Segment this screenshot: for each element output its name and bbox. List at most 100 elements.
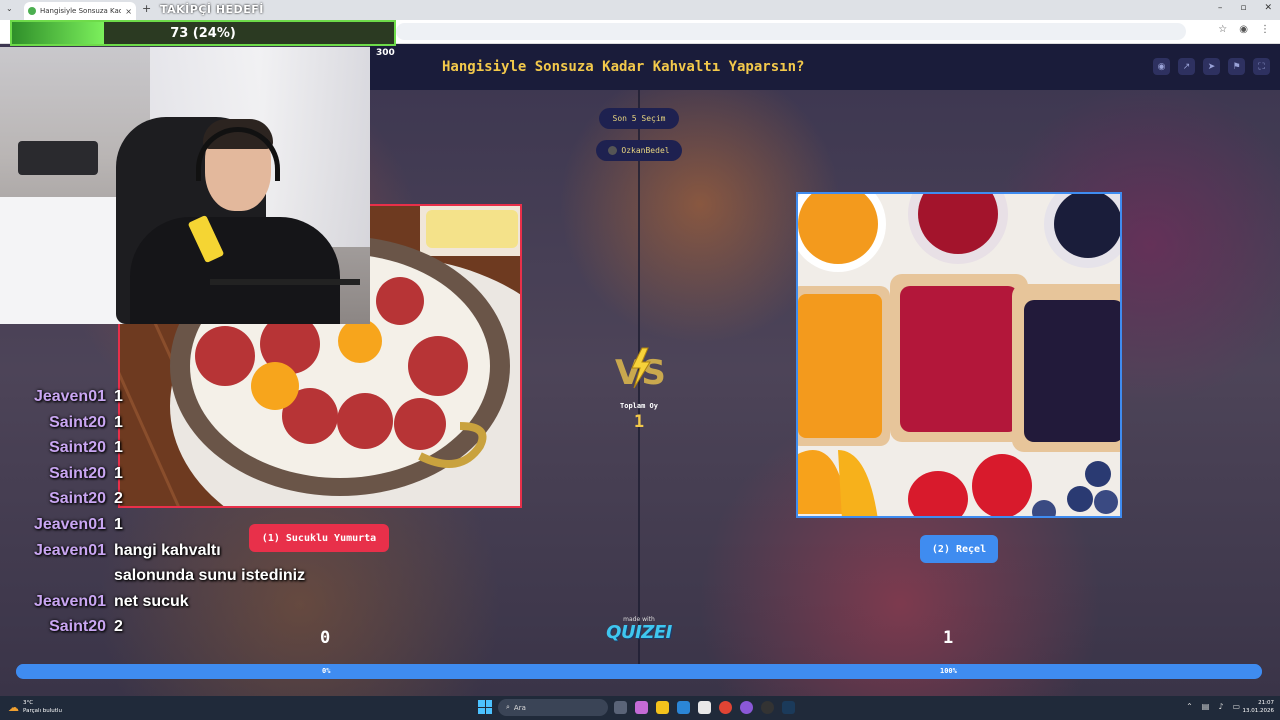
chat-message: salonunda sunu istediniz [20,563,360,589]
eye-icon[interactable]: ◉ [1153,58,1170,75]
chat-message: Saint20 1 [20,410,360,436]
follower-goal-bar: 73 (24%) [10,20,396,46]
chrome-icon[interactable] [719,701,732,714]
chat-text: hangi kahvaltı [114,541,221,559]
browser-tab[interactable]: Hangisiyle Sonsuza Kadar Kahv... × [24,2,136,20]
flag-icon[interactable]: ⚑ [1228,58,1245,75]
vote-share-bar: 0% 100% [16,664,1262,679]
chat-username: Jeaven01 [33,388,106,405]
header-actions: ◉ ↗ ➤ ⚑ ⛶ [1153,58,1270,75]
chat-message: Jeaven01 1 [20,512,360,538]
chat-username: Saint20 [49,439,106,457]
battery-icon[interactable]: ▭ [1232,702,1240,711]
chat-username [20,563,106,589]
chat-message: Saint20 2 [20,614,360,640]
vote-share-fill [16,664,1262,679]
chat-overlay: Jeaven01 1 Saint20 1 Saint20 1 Saint20 1 Saint20… [20,384,360,640]
chat-username: Saint20 [49,464,106,482]
chat-username: Saint20 [49,618,106,636]
weather-cloud-icon: ☁ [8,700,19,714]
total-votes-value: 1 [633,412,645,432]
edge-icon[interactable] [677,701,690,714]
chat-username: Saint20 [49,490,106,508]
chat-message: Jeaven01 hangi kahvaltı [20,538,360,564]
last-picks-label: Son 5 Seçim [612,114,666,123]
total-votes-label: Toplam Oy [620,402,658,410]
chat-text: 1 [114,413,123,431]
weather-temp: 3°C [23,700,34,706]
new-tab-button[interactable]: + [142,2,151,15]
taskbar-search[interactable]: ⌕ Ara [498,699,608,716]
quiz-header: Hangisiyle Sonsuza Kadar Kahvaltı Yapars… [370,44,1280,90]
task-view-icon[interactable] [614,701,627,714]
tab-favicon-icon [28,7,36,15]
menu-icon[interactable]: ⋮ [1260,24,1270,35]
close-window-icon[interactable]: ✕ [1264,3,1272,13]
tab-close-icon[interactable]: × [125,7,132,16]
app-icon[interactable] [761,701,774,714]
address-bar[interactable] [396,23,1186,40]
extension-icon[interactable]: ◉ [1239,24,1248,35]
volume-icon[interactable]: ♪ [1218,702,1223,711]
follower-goal-max: 300 [376,48,395,58]
window-controls: – ▫ ✕ [1218,3,1272,13]
option-right-percent: 100% [940,667,957,675]
mic-arm [210,279,360,285]
chat-message: Saint20 2 [20,486,360,512]
network-icon[interactable]: ▤ [1202,702,1210,711]
search-icon: ⌕ [506,703,510,711]
quizei-logo[interactable]: QUIZEI [600,622,678,643]
option-left-percent: 0% [322,667,331,675]
chat-text: 1 [114,388,123,405]
last-picks-badge[interactable]: Son 5 Seçim [599,108,679,129]
external-link-icon[interactable]: ↗ [1178,58,1195,75]
chat-text: salonunda sunu istediniz [114,567,306,585]
chat-message: Jeaven01 1 [20,384,360,410]
chat-text: 2 [114,490,123,508]
obs-icon[interactable] [740,701,753,714]
tab-title: Hangisiyle Sonsuza Kadar Kahv... [40,7,122,15]
fullscreen-icon[interactable]: ⛶ [1253,58,1270,75]
weather-widget[interactable]: ☁ 3°C Parçalı bulutlu [8,699,62,715]
background-router [18,141,98,175]
last-voter-name: OzkanBedel [621,146,670,155]
chat-text: 1 [114,439,123,457]
system-tray: ⌃ ▤ ♪ ▭ [1186,702,1240,711]
quiz-title: Hangisiyle Sonsuza Kadar Kahvaltı Yapars… [442,59,805,75]
send-icon[interactable]: ➤ [1203,58,1220,75]
option-right-score: 1 [943,628,954,648]
chat-message: Saint20 1 [20,435,360,461]
file-explorer-icon[interactable] [656,701,669,714]
recel-picture [798,194,1120,516]
chat-message: Saint20 1 [20,461,360,487]
chat-username: Saint20 [49,413,106,431]
start-windows-icon[interactable] [478,700,492,714]
minimize-icon[interactable]: – [1218,3,1223,13]
clock-time: 21:07 [1258,700,1274,706]
copilot-icon[interactable] [635,701,648,714]
chat-username: Jeaven01 [33,515,106,533]
option-right-button[interactable]: (2) Reçel [920,535,998,563]
steam-icon[interactable] [782,701,795,714]
windows-taskbar: ☁ 3°C Parçalı bulutlu ⌕ Ara ⌃ ▤ ♪ ▭ 21:0… [0,696,1280,720]
clock-date: 13.01.2026 [1242,708,1275,714]
follower-goal-label: TAKİPÇİ HEDEFİ [160,3,264,16]
voter-avatar [608,146,618,155]
store-icon[interactable] [698,701,711,714]
chat-message: Jeaven01 net sucuk [20,589,360,615]
tray-chevron-icon[interactable]: ⌃ [1186,702,1193,711]
streamer-body [130,217,340,324]
toolbar-icons: ☆ ◉ ⋮ [1218,24,1270,35]
bookmark-star-icon[interactable]: ☆ [1218,24,1227,35]
weather-desc: Parçalı bulutlu [23,708,62,714]
chat-text: net sucuk [114,592,189,610]
chat-text: 1 [114,464,123,482]
last-voter-badge: OzkanBedel [596,140,682,161]
chat-text: 1 [114,515,123,533]
option-right-image[interactable] [796,192,1122,518]
taskbar-clock[interactable]: 21:07 13.01.2026 [1243,699,1275,715]
search-placeholder: Ara [513,703,526,712]
vs-icon: VS [615,347,666,390]
tab-search-icon[interactable]: ⌄ [6,4,13,13]
maximize-icon[interactable]: ▫ [1240,3,1246,13]
